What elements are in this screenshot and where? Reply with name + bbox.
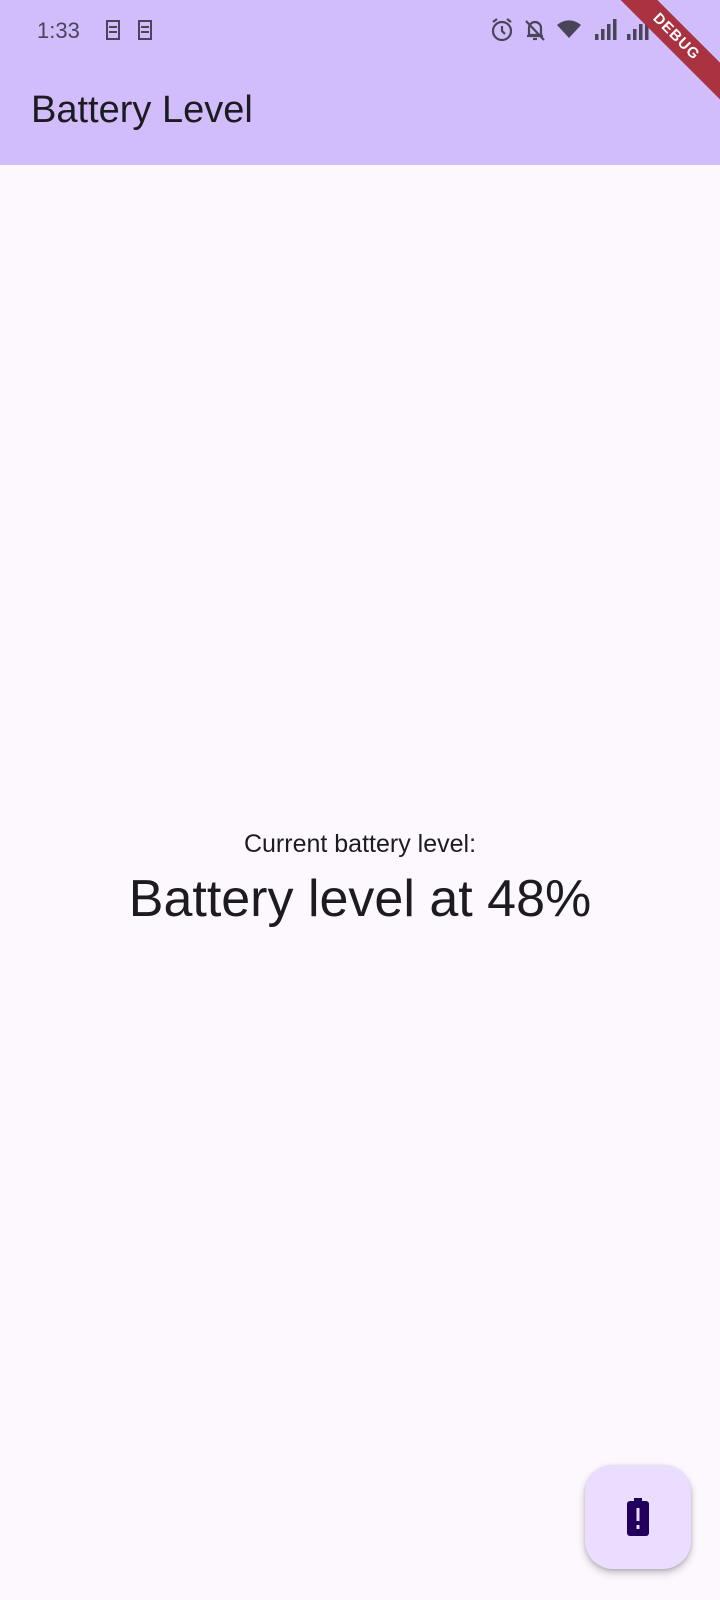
app-title: Battery Level (31, 89, 253, 131)
app-bar: 1:33 Battery Level (0, 0, 720, 165)
get-battery-level-button[interactable] (585, 1465, 691, 1569)
battery-value: Battery level at 48% (128, 870, 592, 928)
battery-alert-icon (627, 1498, 649, 1536)
alarm-icon (491, 18, 513, 42)
status-time: 1:33 (37, 18, 80, 43)
notifications-off-icon (525, 20, 545, 41)
signal-icon (595, 19, 617, 40)
wifi-icon (557, 20, 581, 38)
battery-icon (661, 18, 679, 44)
battery-info: Current battery level: Battery level at … (0, 828, 720, 930)
signal-icon (627, 19, 649, 40)
sim-icon (138, 20, 152, 40)
sim-icon (106, 20, 120, 40)
battery-label: Current battery level: (243, 830, 477, 858)
